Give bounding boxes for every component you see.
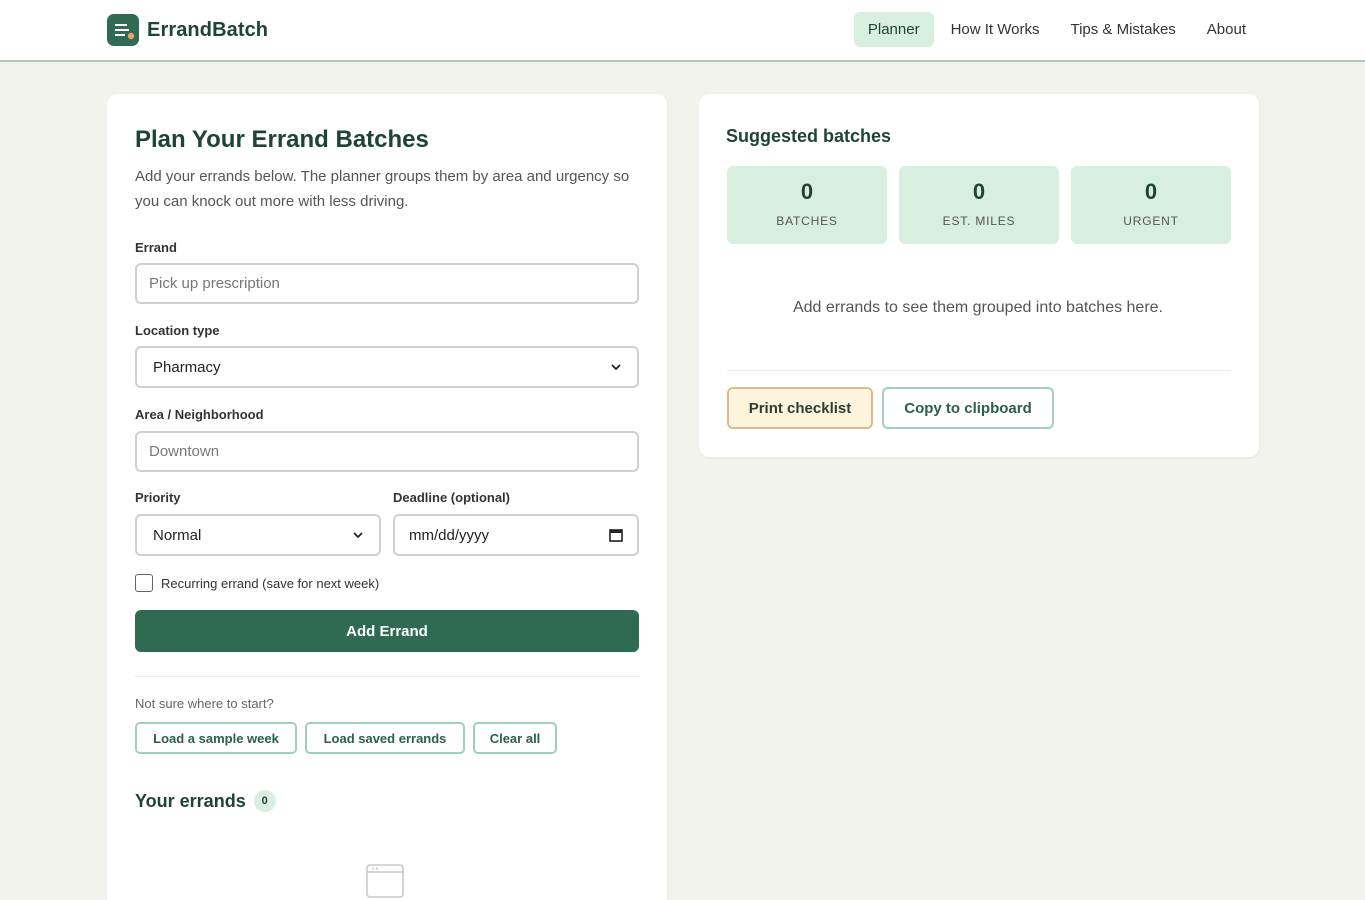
stat-est-miles: 0 EST. MILES [899, 166, 1059, 244]
priority-select[interactable]: Normal [135, 514, 381, 556]
stat-miles-value: 0 [972, 179, 986, 204]
stat-urgent: 0 URGENT [1071, 166, 1231, 244]
suggested-batches-card: Suggested batches 0 BATCHES 0 EST. MILES… [699, 94, 1259, 457]
deadline-value: mm/dd/yyyy [409, 526, 490, 544]
errands-list-header: Your errands 0 [135, 790, 276, 812]
divider [135, 676, 639, 677]
recurring-row: Recurring errand (save for next week) [135, 574, 379, 592]
errand-form-card: Plan Your Errand Batches Add your errand… [107, 94, 667, 900]
empty-list-icon [366, 864, 404, 898]
errands-list-title: Your errands [135, 790, 246, 811]
batches-empty-message: Add errands to see them grouped into bat… [792, 299, 1163, 316]
divider [727, 370, 1231, 371]
logo-icon [107, 14, 139, 46]
area-input[interactable]: Downtown [135, 431, 639, 472]
brand-name: ErrandBatch [147, 18, 269, 41]
recurring-checkbox[interactable] [135, 574, 153, 592]
nav-about[interactable]: About [1193, 12, 1260, 47]
priority-value: Normal [153, 526, 202, 544]
brand[interactable]: ErrandBatch [107, 14, 268, 46]
stat-batches: 0 BATCHES [727, 166, 887, 244]
stat-batches-label: BATCHES [776, 214, 838, 228]
top-nav-bar: ErrandBatch Planner How It Works Tips & … [0, 0, 1365, 62]
chevron-down-icon [353, 532, 363, 539]
deadline-label: Deadline (optional) [393, 490, 510, 505]
location-type-select[interactable]: Pharmacy [135, 346, 639, 388]
stat-urgent-value: 0 [1144, 179, 1158, 204]
priority-label: Priority [135, 490, 181, 505]
errand-count-badge: 0 [253, 790, 276, 812]
add-errand-button[interactable]: Add Errand [135, 610, 639, 652]
clear-all-button[interactable]: Clear all [473, 722, 557, 754]
calendar-icon[interactable] [609, 528, 623, 542]
intro-text: Add your errands below. The planner grou… [135, 168, 630, 210]
location-type-value: Pharmacy [153, 358, 221, 376]
load-sample-week-button[interactable]: Load a sample week [135, 722, 297, 754]
area-label: Area / Neighborhood [135, 407, 264, 422]
page-title: Plan Your Errand Batches [135, 126, 429, 153]
stat-urgent-label: URGENT [1123, 214, 1179, 228]
suggested-batches-title: Suggested batches [726, 126, 892, 146]
main-nav: Planner How It Works Tips & Mistakes Abo… [851, 12, 1260, 47]
print-checklist-button[interactable]: Print checklist [727, 387, 873, 429]
copy-to-clipboard-button[interactable]: Copy to clipboard [882, 387, 1054, 429]
load-saved-errands-button[interactable]: Load saved errands [305, 722, 465, 754]
stat-batches-value: 0 [800, 179, 814, 204]
start-hint: Not sure where to start? [135, 696, 274, 711]
deadline-date-input[interactable]: mm/dd/yyyy [393, 514, 639, 556]
nav-tips-mistakes[interactable]: Tips & Mistakes [1056, 12, 1189, 47]
nav-how-it-works[interactable]: How It Works [937, 12, 1054, 47]
errand-input[interactable]: Pick up prescription [135, 263, 639, 304]
errand-label: Errand [135, 240, 177, 255]
chevron-down-icon [611, 364, 621, 371]
nav-planner[interactable]: Planner [853, 12, 934, 47]
recurring-label[interactable]: Recurring errand (save for next week) [161, 576, 379, 591]
location-type-label: Location type [135, 323, 220, 338]
stat-miles-label: EST. MILES [942, 214, 1016, 228]
